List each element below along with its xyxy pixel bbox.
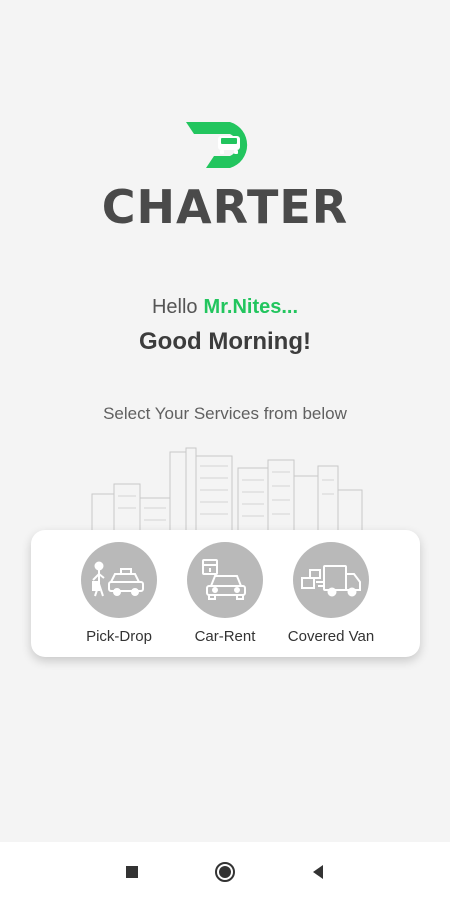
- greeting-message: Good Morning!: [139, 328, 311, 355]
- services-card: Pick-Drop Car-Rent Covered Van: [31, 530, 420, 657]
- hello-text: Hello: [151, 296, 198, 318]
- service-pick-drop[interactable]: Pick-Drop: [64, 542, 174, 645]
- service-label: Covered Van: [287, 628, 375, 645]
- logo-mark-icon: [186, 122, 248, 168]
- logo-text: CHARTER: [101, 180, 349, 234]
- square-icon: [126, 866, 138, 878]
- service-car-rent[interactable]: Car-Rent: [170, 542, 280, 645]
- circle-icon: [215, 862, 235, 882]
- back-button[interactable]: [306, 860, 330, 884]
- greeting-line: Hello Mr.Nites...: [0, 296, 450, 319]
- pick-drop-icon: [81, 542, 157, 618]
- car-rent-icon: [187, 542, 263, 618]
- home-screen: CHARTER Hello Mr.Nites... Good Morning! S…: [0, 0, 450, 900]
- covered-van-icon: [293, 542, 369, 618]
- recent-apps-button[interactable]: [120, 860, 144, 884]
- services-subtitle: Select Your Services from below: [103, 404, 347, 423]
- city-illustration: [88, 447, 364, 532]
- home-button[interactable]: [213, 860, 237, 884]
- system-nav-bar: [0, 842, 450, 900]
- triangle-back-icon: [313, 865, 323, 879]
- service-label: Car-Rent: [194, 628, 256, 645]
- service-covered-van[interactable]: Covered Van: [276, 542, 386, 645]
- service-label: Pick-Drop: [86, 628, 152, 645]
- user-name: Mr.Nites...: [203, 296, 299, 318]
